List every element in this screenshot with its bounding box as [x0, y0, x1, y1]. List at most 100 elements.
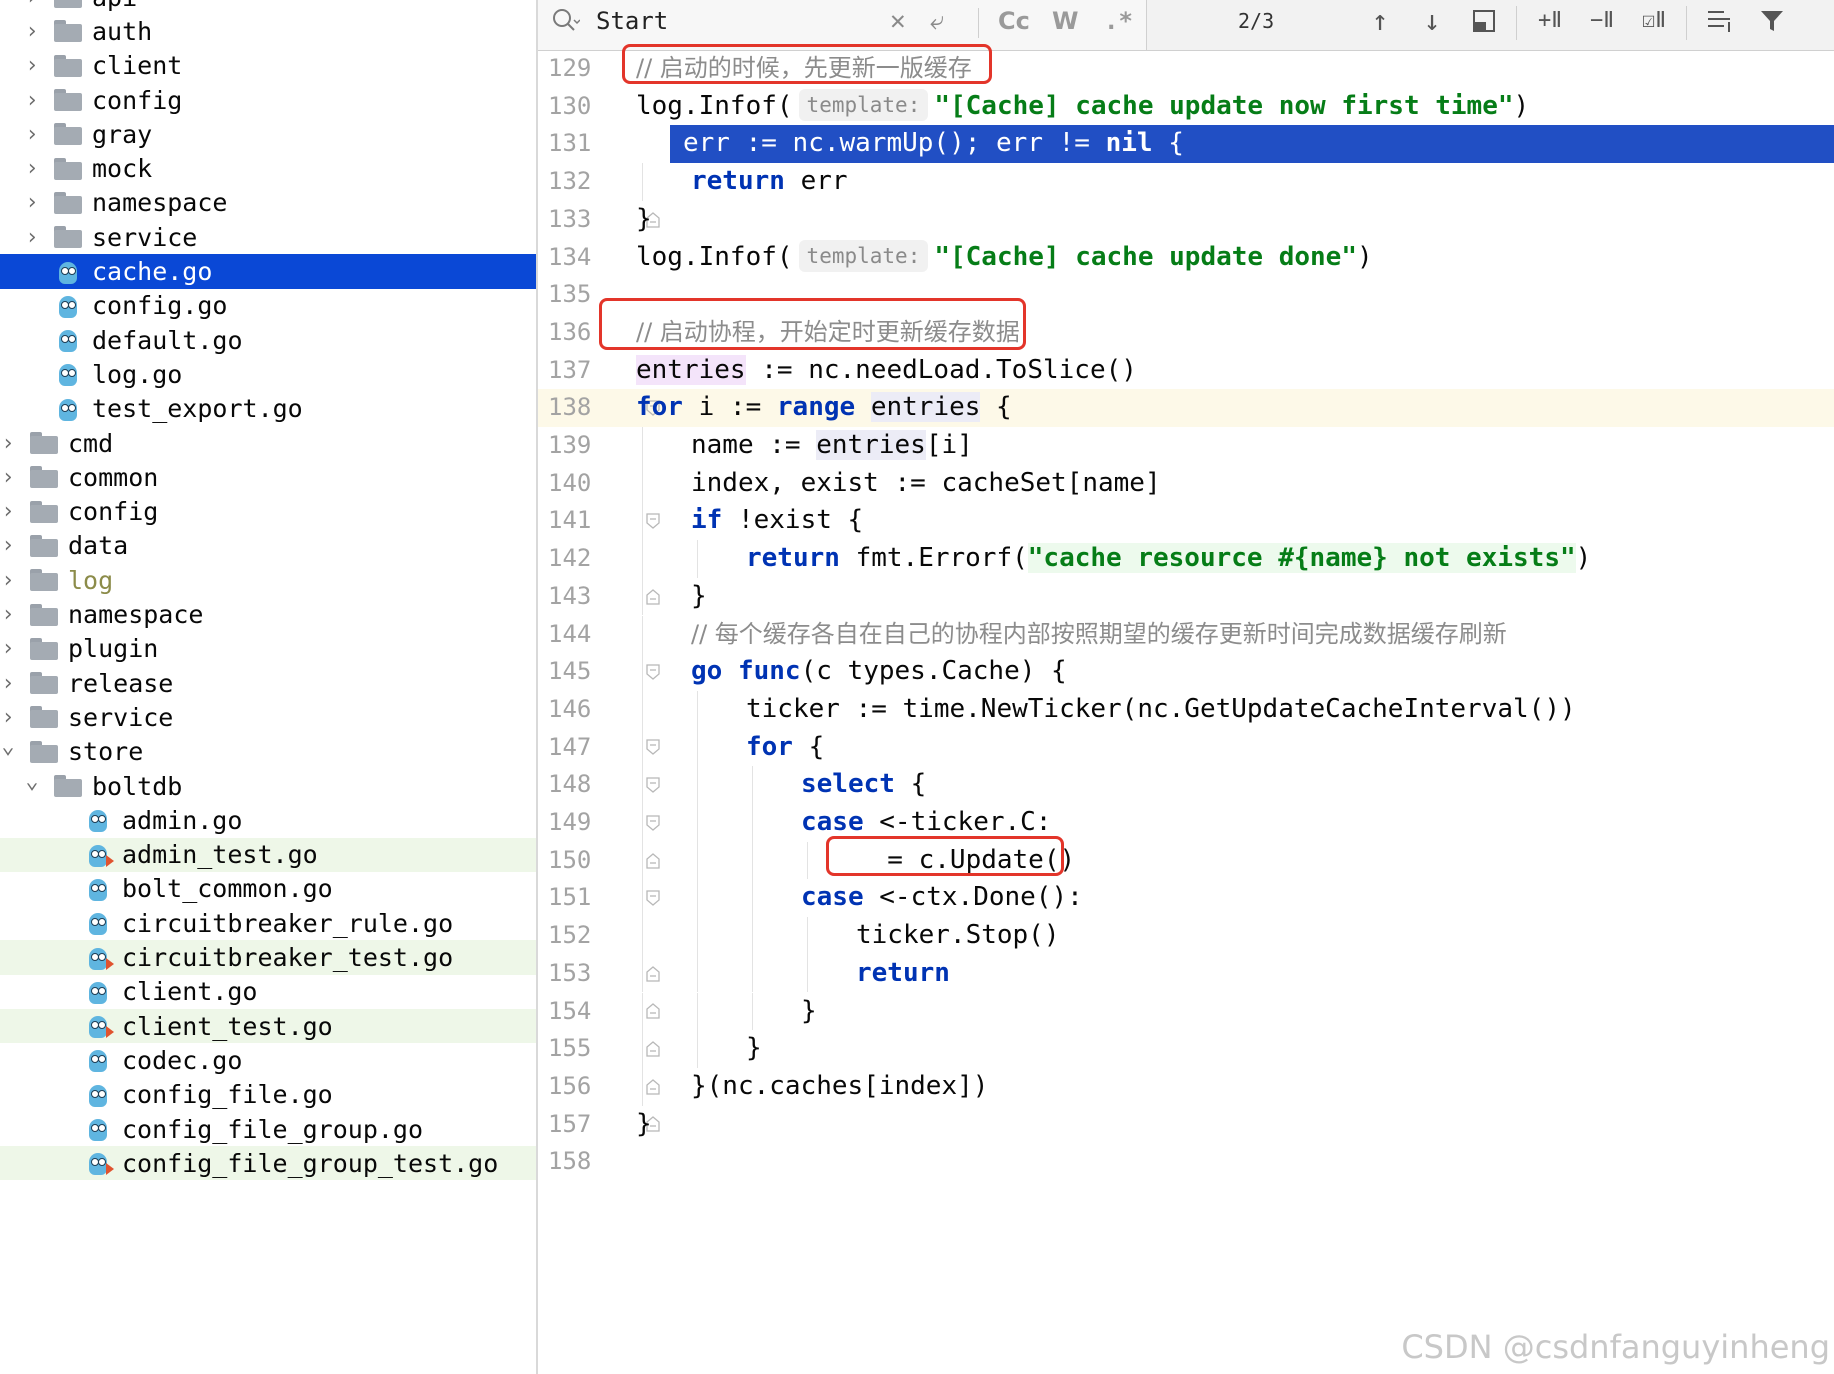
search-input[interactable]: Start: [596, 0, 668, 42]
tree-folder[interactable]: › cmd: [0, 426, 536, 460]
chevron-right-icon[interactable]: ›: [0, 568, 16, 593]
previous-occurrence-icon[interactable]: ↑: [1360, 4, 1400, 38]
code-line[interactable]: 141 if !exist {: [538, 502, 1834, 541]
chevron-right-icon[interactable]: ›: [24, 156, 40, 181]
code-line[interactable]: 131 if err := nc.warmUp(); err != nil {: [538, 125, 1834, 164]
fold-close-icon[interactable]: [646, 965, 660, 982]
code-line[interactable]: 157}: [538, 1106, 1834, 1144]
chevron-right-icon[interactable]: ›: [24, 122, 40, 147]
fold-open-icon[interactable]: [646, 890, 660, 907]
chevron-right-icon[interactable]: ›: [0, 431, 16, 456]
tree-file[interactable]: client.go: [0, 975, 536, 1009]
tree-folder[interactable]: › plugin: [0, 632, 536, 666]
code-line[interactable]: 133}: [538, 201, 1834, 239]
fold-close-icon[interactable]: [646, 588, 660, 605]
tree-folder[interactable]: › log: [0, 563, 536, 597]
code-line[interactable]: 142 return fmt.Errorf("cache resource #{n…: [538, 540, 1834, 578]
select-all-occurrences-icon[interactable]: ☑Ⅱ: [1634, 4, 1674, 38]
code-line[interactable]: 146 ticker := time.NewTicker(nc.GetUpdate…: [538, 690, 1834, 729]
add-occurrence-icon[interactable]: +Ⅱ: [1530, 4, 1570, 38]
chevron-right-icon[interactable]: ›: [0, 705, 16, 730]
tree-file[interactable]: admin.go: [0, 803, 536, 837]
code-line[interactable]: 132 return err: [538, 163, 1834, 201]
fold-close-icon[interactable]: [646, 1078, 660, 1095]
regex-toggle[interactable]: .*: [1104, 0, 1133, 46]
tree-file[interactable]: codec.go: [0, 1043, 536, 1077]
tree-folder[interactable]: › data: [0, 529, 536, 563]
new-line-icon[interactable]: ⤶: [930, 0, 945, 46]
tree-file[interactable]: default.go: [0, 323, 536, 357]
code-line[interactable]: 147 for {: [538, 728, 1834, 767]
search-input-box[interactable]: Start ✕ ⤶ Cc W .*: [538, 0, 1147, 50]
next-occurrence-icon[interactable]: ↓: [1412, 4, 1452, 38]
chevron-right-icon[interactable]: ›: [24, 0, 40, 10]
fold-open-icon[interactable]: [646, 664, 660, 680]
fold-close-icon[interactable]: [646, 852, 660, 869]
chevron-right-icon[interactable]: ›: [0, 465, 16, 490]
tree-folder[interactable]: › auth: [0, 14, 536, 48]
clear-search-icon[interactable]: ✕: [890, 0, 906, 46]
chevron-right-icon[interactable]: ›: [0, 499, 16, 524]
fold-close-icon[interactable]: [646, 1041, 660, 1057]
code-editor[interactable]: 129// 启动的时候，先更新一版缓存 130 log.Infof(template…: [538, 51, 1834, 1374]
tree-file[interactable]: admin_test.go: [0, 837, 536, 872]
tree-folder[interactable]: › mock: [0, 152, 536, 186]
tree-folder[interactable]: ⌄ boltdb: [0, 769, 536, 803]
chevron-down-icon[interactable]: ⌄: [0, 734, 16, 759]
code-line[interactable]: 153 return: [538, 954, 1834, 993]
code-line[interactable]: 149 case <-ticker.C:: [538, 804, 1834, 842]
tree-folder[interactable]: ⌄ store: [0, 734, 536, 769]
chevron-right-icon[interactable]: ›: [0, 671, 16, 696]
code-line[interactable]: 144 // 每个缓存各自在自己的协程内部按照期望的缓存更新时间完成数据缓存刷新: [538, 615, 1834, 654]
search-icon[interactable]: [550, 0, 581, 53]
code-line[interactable]: 148 select {: [538, 766, 1834, 804]
in-selection-icon[interactable]: [1700, 4, 1740, 38]
code-line[interactable]: 151 case <-ctx.Done():: [538, 879, 1834, 918]
tree-folder[interactable]: › gray: [0, 117, 536, 151]
chevron-right-icon[interactable]: ›: [0, 533, 16, 558]
code-line[interactable]: 140 index, exist := cacheSet[name]: [538, 464, 1834, 503]
tree-file[interactable]: circuitbreaker_test.go: [0, 940, 536, 975]
tree-file[interactable]: log.go: [0, 357, 536, 391]
code-line[interactable]: 143}: [538, 577, 1834, 616]
fold-open-icon[interactable]: [646, 739, 660, 756]
filter-icon[interactable]: [1752, 4, 1792, 38]
code-line[interactable]: 152 ticker.Stop(): [538, 917, 1834, 955]
code-line[interactable]: 139 name := entries[i]: [538, 427, 1834, 465]
fold-open-icon[interactable]: [646, 513, 660, 530]
filter-window-icon[interactable]: [1464, 4, 1504, 38]
fold-open-icon[interactable]: [646, 815, 660, 831]
tree-file[interactable]: config_file_group.go: [0, 1112, 536, 1146]
tree-folder[interactable]: › config: [0, 83, 536, 117]
code-line[interactable]: 150 _ = c.Update(): [538, 841, 1834, 880]
chevron-down-icon[interactable]: ⌄: [24, 769, 40, 794]
tree-folder[interactable]: › service: [0, 700, 536, 734]
tree-file[interactable]: config.go: [0, 289, 536, 323]
tree-folder[interactable]: › client: [0, 49, 536, 83]
tree-file[interactable]: test_export.go: [0, 392, 536, 426]
fold-open-icon[interactable]: [646, 777, 660, 793]
chevron-right-icon[interactable]: ›: [24, 88, 40, 113]
tree-folder[interactable]: › config: [0, 495, 536, 529]
tree-folder[interactable]: › release: [0, 666, 536, 700]
tree-folder[interactable]: › common: [0, 460, 536, 494]
tree-file[interactable]: client_test.go: [0, 1009, 536, 1044]
code-line[interactable]: 154}: [538, 992, 1834, 1031]
match-case-toggle[interactable]: Cc: [998, 0, 1030, 46]
chevron-right-icon[interactable]: ›: [24, 190, 40, 215]
tree-file[interactable]: cache.go: [0, 254, 536, 289]
code-line[interactable]: 134 log.Infof(template: "[Cache] cache upd…: [538, 239, 1834, 277]
code-line[interactable]: 155}: [538, 1030, 1834, 1068]
code-line[interactable]: 145 go func(c types.Cache) {: [538, 653, 1834, 691]
tree-file[interactable]: bolt_common.go: [0, 872, 536, 906]
code-line[interactable]: 130 log.Infof(template: "[Cache] cache upd…: [538, 88, 1834, 126]
fold-close-icon[interactable]: [646, 1003, 660, 1019]
chevron-right-icon[interactable]: ›: [0, 636, 16, 661]
remove-occurrence-icon[interactable]: −Ⅱ: [1582, 4, 1622, 38]
code-line[interactable]: 137 entries := nc.needLoad.ToSlice(): [538, 352, 1834, 390]
tree-folder[interactable]: › namespace: [0, 597, 536, 631]
chevron-right-icon[interactable]: ›: [24, 19, 40, 44]
code-line[interactable]: 158: [538, 1143, 1834, 1181]
code-line[interactable]: 138 for i := range entries {: [538, 389, 1834, 427]
tree-file[interactable]: config_file_group_test.go: [0, 1146, 536, 1181]
